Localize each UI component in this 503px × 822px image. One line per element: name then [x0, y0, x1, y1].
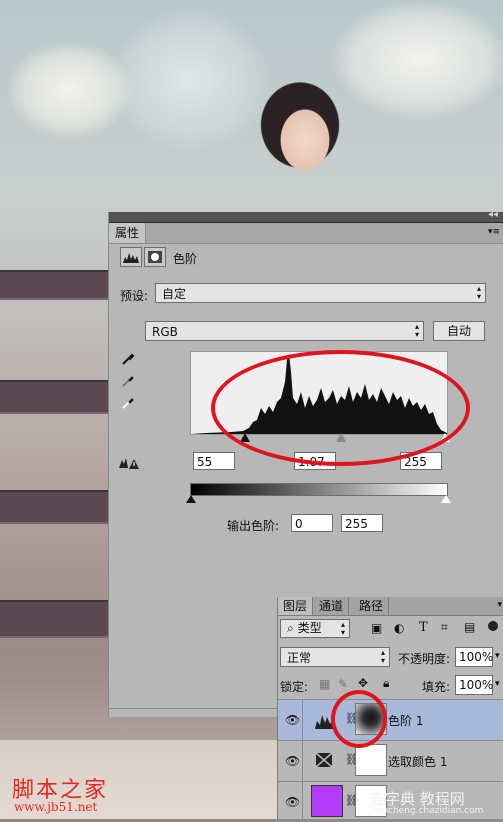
layer-name[interactable]: 选取颜色 1 — [388, 753, 447, 770]
adjustment-title: 色阶 — [173, 252, 198, 266]
lock-pixels-icon[interactable]: ✎ — [338, 677, 348, 691]
fence-rail — [0, 490, 112, 524]
divider — [302, 741, 303, 781]
blend-mode-value: 正常 — [287, 651, 312, 665]
clipping-warning-icon[interactable] — [118, 456, 140, 473]
auto-button[interactable]: 自动 — [433, 321, 485, 341]
tab-properties[interactable]: 属性 — [109, 223, 147, 243]
tab-layers[interactable]: 图层 — [278, 597, 314, 615]
output-black-field[interactable]: 0 — [291, 514, 333, 532]
layers-panel: 图层 通道 路径 ▾ ⌕ 类型 ▴ ▾ ▣ ◐ T ⌗ ▤ 正常 ▴ ▾ 不透明度:… — [277, 597, 503, 822]
black-point-eyedropper-icon[interactable] — [121, 352, 135, 369]
fill-label: 填充: — [422, 680, 451, 694]
select-arrows-icon: ▴ ▾ — [414, 322, 419, 339]
visibility-eye-icon[interactable]: 👁︎ — [285, 713, 300, 727]
layer-name[interactable]: 色阶 1 — [388, 712, 423, 729]
opacity-label: 不透明度: — [398, 652, 451, 666]
layers-menu-icon[interactable]: ▾ — [497, 600, 502, 610]
lock-position-icon[interactable]: ✥ — [358, 676, 368, 690]
panel-titlebar: ◂◂ — [109, 209, 503, 223]
layers-tabbar: 图层 通道 路径 ▾ — [278, 597, 503, 616]
white-point-eyedropper-icon[interactable] — [121, 396, 135, 413]
black-output-slider[interactable] — [186, 495, 196, 503]
lock-all-icon[interactable]: 🔒︎ — [383, 676, 389, 691]
layer-mask-thumbnail[interactable] — [355, 744, 387, 776]
opacity-field[interactable]: 100% — [455, 647, 493, 667]
image-filter-icon[interactable]: ▣ — [371, 621, 382, 635]
collapse-icon[interactable]: ◂◂ — [488, 209, 498, 220]
watermark-right-url: jiaocheng.chazidian.com — [372, 806, 484, 816]
fill-dropdown-icon[interactable]: ▾ — [495, 679, 500, 689]
preset-select[interactable]: 自定 ▴ ▾ — [155, 283, 486, 303]
mask-icon[interactable] — [144, 247, 166, 267]
channel-value: RGB — [152, 325, 178, 339]
type-filter-icon[interactable]: T — [419, 620, 428, 635]
panel-menu-icon[interactable]: ▾≡ — [488, 227, 500, 237]
filter-type-select[interactable]: ⌕ 类型 ▴ ▾ — [280, 619, 350, 638]
color-fill-thumbnail[interactable] — [311, 785, 343, 817]
blend-mode-select[interactable]: 正常 ▴ ▾ — [280, 647, 390, 667]
lock-transparency-icon[interactable]: ▦ — [319, 677, 330, 691]
output-levels-label: 输出色阶: — [227, 519, 280, 533]
fence-rail — [0, 270, 112, 300]
gray-point-eyedropper-icon[interactable] — [121, 374, 135, 391]
select-arrows-icon: ▴ ▾ — [340, 620, 345, 637]
channel-select[interactable]: RGB ▴ ▾ — [145, 321, 424, 341]
tab-channels[interactable]: 通道 — [314, 597, 350, 615]
lock-label: 锁定: — [280, 680, 309, 694]
white-output-slider[interactable] — [441, 495, 451, 503]
chain-link-icon[interactable]: ⛓︎ — [345, 753, 359, 767]
properties-tabbar: 属性 ▾≡ — [109, 223, 503, 244]
chain-link-icon[interactable]: ⛓︎ — [345, 794, 359, 808]
divider — [302, 700, 303, 740]
adjustment-filter-icon[interactable]: ◐ — [394, 621, 404, 635]
divider — [302, 782, 303, 822]
watermark-left-url: www.jb51.net — [14, 800, 98, 814]
histogram-highlight-annotation — [211, 350, 470, 466]
mask-highlight-annotation — [331, 690, 387, 748]
fence-rail — [0, 600, 112, 638]
shape-filter-icon[interactable]: ⌗ — [441, 620, 448, 635]
preset-value: 自定 — [162, 287, 187, 301]
select-arrows-icon: ▴ ▾ — [476, 284, 481, 301]
search-icon: ⌕ — [287, 621, 294, 635]
fill-field[interactable]: 100% — [455, 675, 493, 695]
layer-row[interactable]: 👁︎ ⛓︎ 色阶 1 — [278, 699, 503, 740]
tab-paths[interactable]: 路径 — [354, 597, 390, 615]
levels-adjustment-icon[interactable] — [120, 247, 142, 267]
selective-color-layer-icon — [313, 744, 345, 776]
smart-object-filter-icon[interactable]: ▤ — [464, 620, 475, 634]
select-arrows-icon: ▴ ▾ — [380, 648, 385, 665]
filter-type-value: 类型 — [297, 621, 322, 635]
visibility-eye-icon[interactable]: 👁︎ — [285, 795, 300, 809]
filter-toggle-icon[interactable] — [488, 621, 498, 631]
opacity-dropdown-icon[interactable]: ▾ — [495, 651, 500, 661]
preset-label: 预设: — [120, 289, 149, 303]
output-gradient-bar — [190, 483, 448, 496]
input-black-field[interactable]: 55 — [193, 452, 235, 470]
visibility-eye-icon[interactable]: 👁︎ — [285, 754, 300, 768]
output-white-field[interactable]: 255 — [341, 514, 383, 532]
layer-row[interactable]: 👁︎ ⛓︎ 选取颜色 1 — [278, 740, 503, 781]
fence-rail — [0, 380, 112, 414]
